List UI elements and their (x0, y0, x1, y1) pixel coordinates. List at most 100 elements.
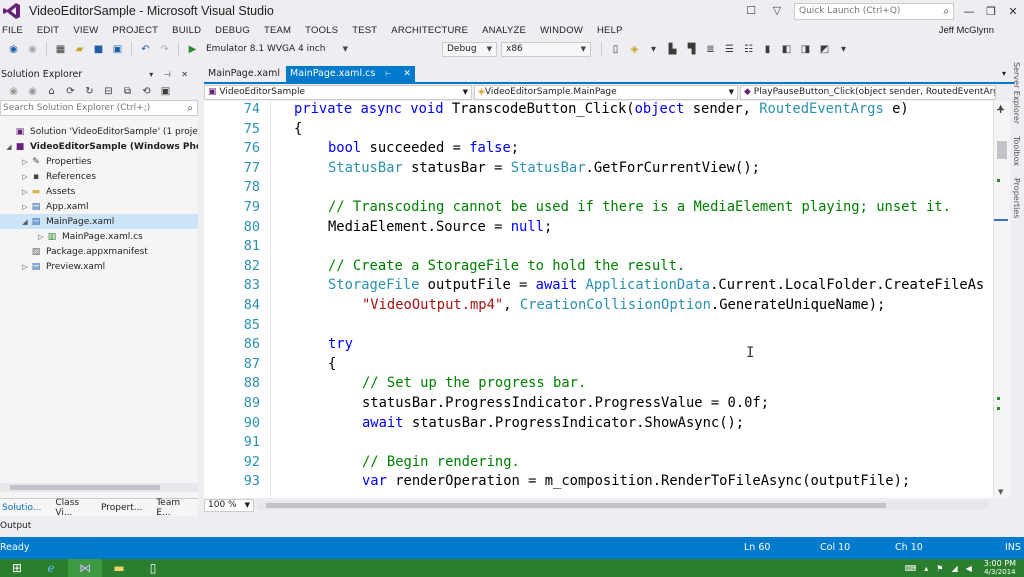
save-all-icon[interactable]: ▣ (111, 43, 124, 56)
tree-item[interactable]: ◢■ VideoEditorSample (Windows Phone 8.1) (0, 139, 198, 154)
bookmark-icon[interactable]: ▮ (761, 43, 774, 56)
editor-horizontal-scrollbar[interactable] (258, 500, 988, 510)
menu-build[interactable]: BUILD (172, 25, 201, 36)
tab-properties[interactable]: Propert... (99, 503, 142, 513)
start-debugging-icon[interactable]: ▶ (186, 43, 199, 56)
tree-item[interactable]: ▷ ▪ References (0, 169, 198, 184)
sync-icon[interactable]: ⟳ (64, 85, 77, 98)
collapsed-arrow-icon[interactable]: ▷ (36, 233, 46, 241)
collapsed-arrow-icon[interactable]: ▷ (20, 263, 30, 271)
home-icon[interactable]: ⌂ (45, 85, 58, 98)
save-icon[interactable]: ■ (92, 43, 105, 56)
member-dropdown[interactable]: ◆ PlayPauseButton_Click(object sender, R… (740, 85, 996, 100)
tree-item[interactable]: ▷ ▥ MainPage.xaml.cs (0, 229, 198, 244)
back-icon[interactable]: ◉ (7, 43, 20, 56)
output-tab[interactable]: Output (0, 516, 204, 536)
menu-edit[interactable]: EDIT (37, 25, 59, 36)
menu-architecture[interactable]: ARCHITECTURE (391, 25, 468, 36)
tree-item[interactable]: ▷ ✎ Properties (0, 154, 198, 169)
close-tab-icon[interactable]: ✕ (403, 66, 411, 82)
pin-icon[interactable]: ⊢ (385, 66, 391, 82)
tab-class-view[interactable]: Class Vi... (53, 498, 87, 518)
expanded-arrow-icon[interactable]: ◢ (4, 143, 14, 151)
menu-file[interactable]: FILE (2, 25, 23, 36)
scroll-down-icon[interactable]: ▼ (998, 488, 1003, 496)
prev-bookmark-icon[interactable]: ◧ (780, 43, 793, 56)
panel-controls[interactable]: ▾ ⊣ ✕ (149, 70, 192, 79)
collapsed-arrow-icon[interactable]: ▷ (20, 203, 30, 211)
refresh-icon[interactable]: ⟲ (140, 85, 153, 98)
collapsed-arrow-icon[interactable]: ▷ (20, 173, 30, 181)
tab-overflow-icon[interactable]: ▾ (1002, 66, 1006, 82)
tab-server-explorer[interactable]: Server Explorer (1012, 62, 1021, 124)
show-hidden-icons-icon[interactable]: ▴ (924, 564, 928, 573)
tab-properties-window[interactable]: Properties (1012, 178, 1021, 218)
feedback-icon[interactable]: ☐ (744, 4, 758, 18)
undo-icon[interactable]: ↶ (139, 43, 152, 56)
user-name[interactable]: Jeff McGlynn (939, 22, 994, 39)
split-editor-icon[interactable]: + (996, 103, 1005, 116)
show-all-files-icon[interactable]: ⧉ (121, 85, 134, 98)
properties-icon[interactable]: ▣ (159, 85, 172, 98)
menu-analyze[interactable]: ANALYZE (482, 25, 526, 36)
phone-emulator-icon[interactable]: ▯ (136, 559, 170, 577)
layout-icon[interactable]: ▙ (666, 43, 679, 56)
run-target-dropdown[interactable]: Emulator 8.1 WVGA 4 inch ▼ (202, 42, 352, 57)
tab-mainpage-xaml[interactable]: MainPage.xaml (204, 66, 284, 82)
tree-item[interactable]: ▷ ▤ App.xaml (0, 199, 198, 214)
menu-help[interactable]: HELP (597, 25, 623, 36)
forward-icon[interactable]: ◉ (26, 85, 39, 98)
redo-icon[interactable]: ↷ (158, 43, 171, 56)
uncomment-icon[interactable]: ☷ (742, 43, 755, 56)
toolbar-options-icon[interactable]: ▾ (837, 43, 850, 56)
align-icon[interactable]: ≣ (704, 43, 717, 56)
visual-studio-taskbar-icon[interactable]: ⋈ (68, 559, 102, 577)
find-icon[interactable]: ▯ (609, 43, 622, 56)
tree-item[interactable]: ◢ ▤ MainPage.xaml (0, 214, 198, 229)
pending-changes-icon[interactable]: ↻ (83, 85, 96, 98)
new-project-icon[interactable]: ▦ (54, 43, 67, 56)
network-icon[interactable]: ◢ (951, 564, 957, 573)
maximize-button[interactable]: ❐ (980, 5, 1002, 18)
internet-explorer-icon[interactable]: ℯ (34, 559, 68, 577)
project-dropdown[interactable]: ▣ VideoEditorSample ▼ (204, 85, 472, 100)
clear-bookmarks-icon[interactable]: ◩ (818, 43, 831, 56)
menu-team[interactable]: TEAM (264, 25, 291, 36)
collapse-all-icon[interactable]: ⊟ (102, 85, 115, 98)
minimize-button[interactable]: — (958, 5, 980, 18)
back-icon[interactable]: ◉ (7, 85, 20, 98)
next-bookmark-icon[interactable]: ◨ (799, 43, 812, 56)
tree-item[interactable]: ▧ Package.appxmanifest (0, 244, 198, 259)
menu-view[interactable]: VIEW (73, 25, 98, 36)
keyboard-icon[interactable]: ⌨ (905, 564, 917, 573)
filter-icon[interactable]: ▽ (770, 4, 784, 18)
expanded-arrow-icon[interactable]: ◢ (20, 218, 30, 226)
code-editor[interactable]: 74 75 76 77 78 79 80 81 82 83 84 85 86 87 88 89 90 91 92 93… (204, 101, 1010, 498)
tree-item[interactable]: ▷ ▤ Preview.xaml (0, 259, 198, 274)
tree-item[interactable]: ▣ Solution 'VideoEditorSample' (1 project… (0, 124, 198, 139)
collapsed-arrow-icon[interactable]: ▷ (20, 188, 30, 196)
layout2-icon[interactable]: ▜ (685, 43, 698, 56)
platform-dropdown[interactable]: x86 ▼ (501, 41, 591, 57)
tree-item[interactable]: ▷ ▬ Assets (0, 184, 198, 199)
solution-search-input[interactable]: Search Solution Explorer (Ctrl+;) ⌕ (0, 100, 198, 116)
tab-team-explorer[interactable]: Team E... (154, 498, 186, 518)
solution-explorer-horizontal-scrollbar[interactable] (0, 483, 198, 492)
collapsed-arrow-icon[interactable]: ▷ (20, 158, 30, 166)
quick-launch-input[interactable]: Quick Launch (Ctrl+Q) ⌕ (794, 2, 954, 20)
tab-toolbox[interactable]: Toolbox (1012, 136, 1021, 166)
editor-vertical-scrollbar[interactable]: ▲ ▼ (993, 101, 1010, 498)
menu-tools[interactable]: TOOLS (305, 25, 338, 36)
close-button[interactable]: ✕ (1002, 5, 1024, 18)
menu-debug[interactable]: DEBUG (215, 25, 250, 36)
open-file-icon[interactable]: ▰ (73, 43, 86, 56)
attach-icon[interactable]: ◈ (628, 43, 641, 56)
tab-mainpage-xaml-cs[interactable]: MainPage.xaml.cs ⊢ ✕ (286, 66, 415, 82)
zoom-dropdown[interactable]: 100 % ▼ (204, 498, 254, 512)
menu-window[interactable]: WINDOW (540, 25, 583, 36)
start-icon[interactable]: ⊞ (0, 559, 34, 577)
type-dropdown[interactable]: ◈VideoEditorSample.MainPage ▼ (474, 85, 738, 100)
comment-icon[interactable]: ☰ (723, 43, 736, 56)
tab-solution-explorer[interactable]: Solutio... (0, 503, 41, 513)
forward-icon[interactable]: ◉ (26, 43, 39, 56)
